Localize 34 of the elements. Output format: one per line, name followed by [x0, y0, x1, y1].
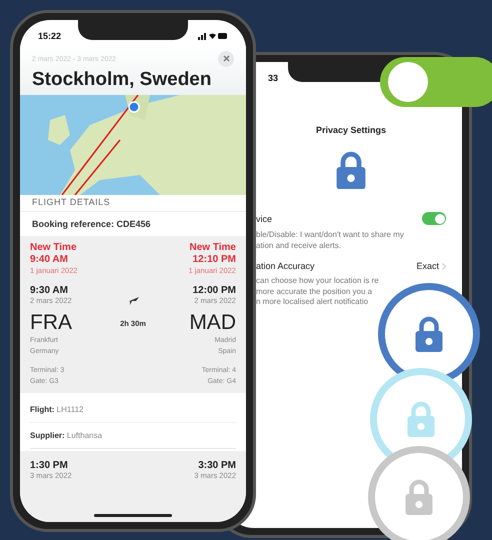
detail-line: Supplier: Lufthansa [30, 423, 236, 449]
toggle-switch[interactable] [422, 212, 446, 226]
setting-description: can choose how your location is re more accurate the position you a n more localised alert notificatio [256, 276, 380, 308]
new-time-label: New Time [189, 242, 236, 254]
scheduled-time: 12:00 PM [192, 285, 236, 296]
airport-code: MAD [189, 311, 236, 335]
setting-label: vice [256, 214, 272, 224]
status-icons [198, 32, 228, 40]
new-time: 12:10 PM [192, 254, 236, 266]
booking-reference: Booking reference: CDE456 [31, 218, 152, 231]
padlock-icon [335, 151, 367, 190]
new-time: 9:40 AM [30, 254, 69, 266]
airport-code: FRA [30, 311, 73, 335]
close-icon [222, 55, 230, 62]
new-time-label: New Time [30, 242, 78, 254]
airplane-icon [126, 296, 139, 305]
padlock-icon [404, 479, 434, 515]
setting-label: ation Accuracy [256, 261, 315, 272]
section-title: FLIGHT DETAILS [20, 195, 246, 212]
screen-title: Privacy Settings [314, 125, 388, 135]
padlock-icon [414, 316, 444, 352]
status-time: 33 [268, 73, 278, 83]
detail-line: Flight: LH1112 [30, 397, 236, 423]
destination-title: Stockholm, Sweden [32, 69, 212, 91]
departure-time: 1:30 PM [30, 460, 69, 471]
toggle-switch[interactable] [380, 57, 492, 107]
status-time: 15:22 [38, 31, 62, 41]
close-button[interactable] [218, 51, 234, 67]
chevron-icon [442, 262, 446, 270]
setting-description: ble/Disable: I want/don't want to share my ation and receive alerts. [256, 230, 405, 252]
setting-value[interactable]: Exact [416, 261, 439, 272]
scheduled-time: 9:30 AM [30, 285, 69, 296]
padlock-icon [406, 401, 436, 437]
arrival-time: 3:30 PM [198, 460, 236, 471]
